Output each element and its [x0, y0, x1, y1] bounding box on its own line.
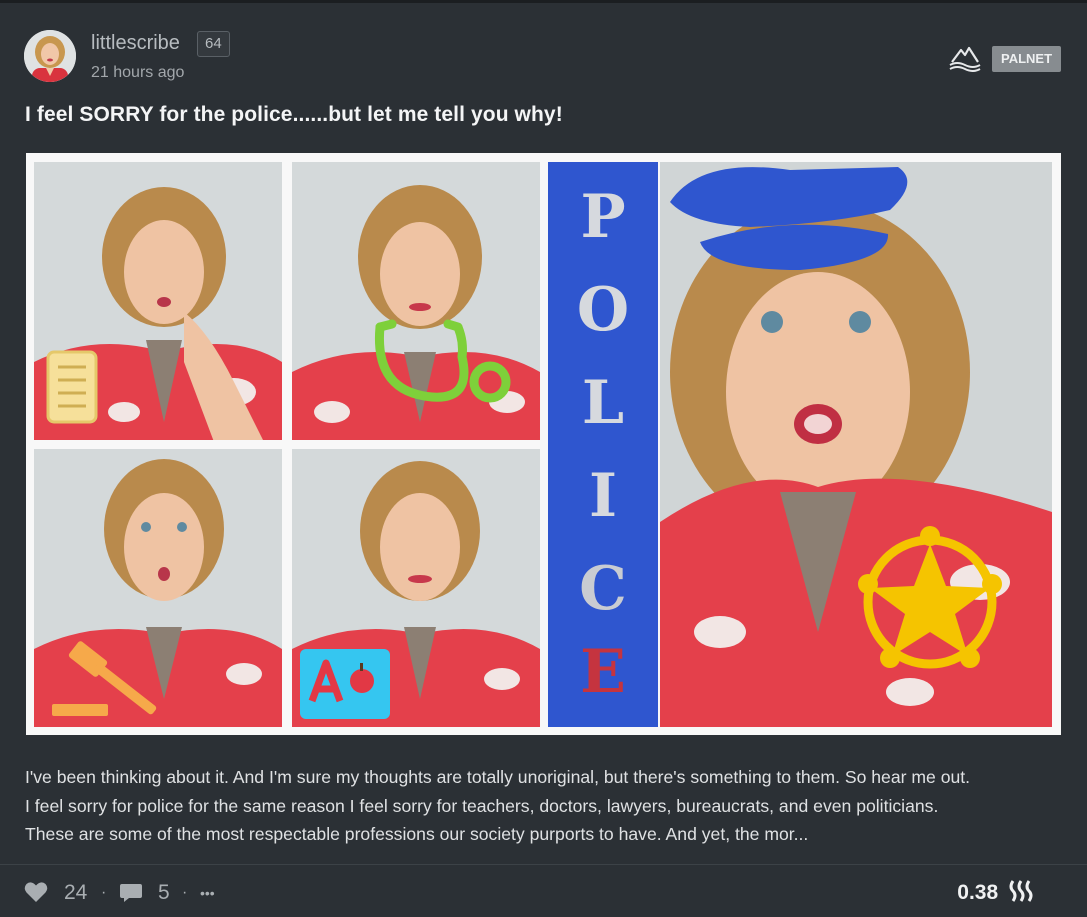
post-header: littlescribe 64 21 hours ago PALNET: [24, 30, 1064, 86]
like-count[interactable]: 24: [64, 878, 87, 908]
steem-icon: [1009, 880, 1033, 902]
post-thumbnail[interactable]: P O L I C E: [26, 153, 1061, 735]
ellipsis-icon[interactable]: •••: [200, 878, 215, 908]
separator-dot: ·: [182, 884, 188, 901]
banner-letter: P: [580, 182, 626, 252]
post-timestamp[interactable]: 21 hours ago: [91, 64, 184, 82]
reputation-badge: 64: [197, 31, 230, 57]
comment-count[interactable]: 5: [158, 878, 170, 908]
author-name[interactable]: littlescribe: [91, 32, 180, 55]
comment-icon[interactable]: [120, 882, 142, 912]
top-edge: [0, 0, 1087, 3]
photo-teacher: [292, 449, 540, 727]
photo-gavel: [34, 449, 282, 727]
avatar[interactable]: [24, 30, 76, 82]
heart-icon[interactable]: [24, 881, 48, 911]
excerpt-line: I feel sorry for police for the same rea…: [25, 795, 939, 816]
photo-scroll: [34, 162, 282, 440]
photo-stethoscope: [292, 162, 540, 440]
payout-value[interactable]: 0.38: [957, 878, 1034, 908]
post-excerpt[interactable]: I've been thinking about it. And I'm sur…: [25, 763, 1065, 849]
payout-amount: 0.38: [957, 881, 999, 904]
excerpt-line: These are some of the most respectable p…: [25, 824, 809, 844]
banner-letter: L: [581, 368, 625, 438]
banner-letter: O: [576, 275, 630, 345]
excerpt-line: I've been thinking about it. And I'm sur…: [25, 767, 971, 787]
photo-police: [660, 162, 1052, 727]
banner-letter: I: [588, 461, 618, 531]
post-title[interactable]: I feel SORRY for the police......but let…: [25, 103, 563, 127]
banner-letter: C: [579, 554, 627, 624]
post-footer: 24 · 5 · ••• 0.38: [24, 878, 1064, 908]
palnet-logo-icon[interactable]: [948, 42, 982, 72]
police-banner: P O L I C E: [548, 162, 658, 727]
banner-letter: E: [580, 637, 626, 707]
footer-divider: [0, 864, 1087, 865]
community-tag[interactable]: PALNET: [992, 46, 1062, 72]
separator-dot: ·: [101, 884, 107, 901]
